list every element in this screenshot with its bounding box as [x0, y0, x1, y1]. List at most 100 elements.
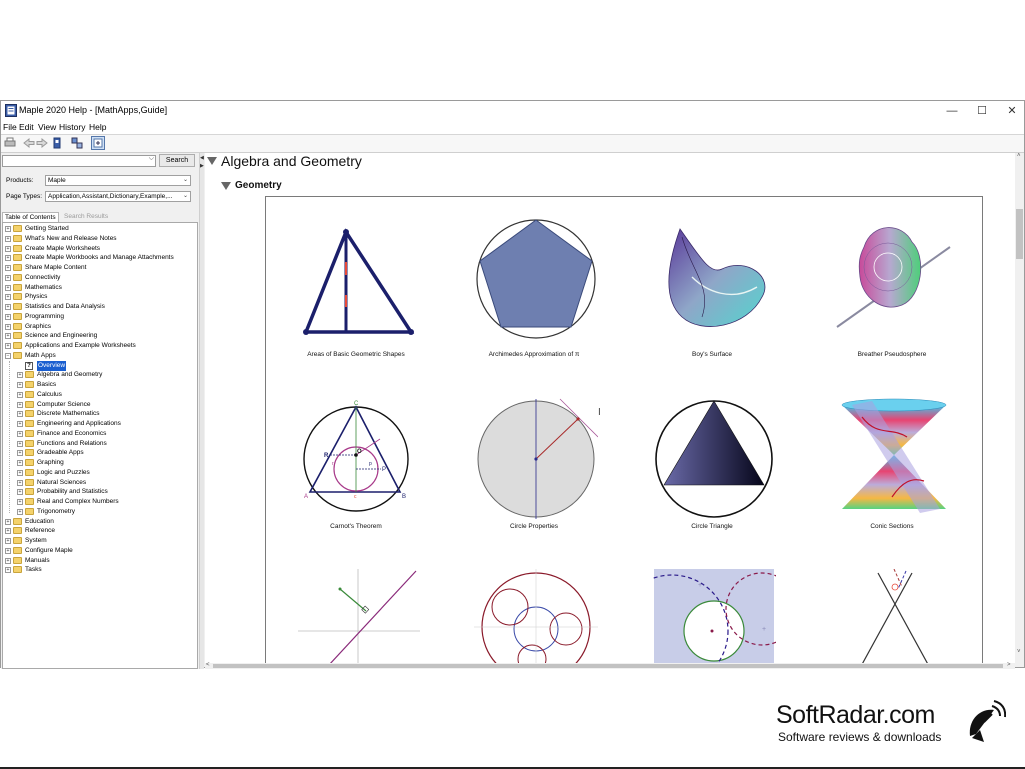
- tree-item[interactable]: + Science and Engineering: [3, 331, 197, 341]
- vertical-scroll-thumb[interactable]: [1016, 209, 1023, 259]
- tree-item[interactable]: + What's New and Release Notes: [3, 234, 197, 244]
- expand-toggle-icon[interactable]: +: [5, 313, 11, 320]
- expand-toggle-icon[interactable]: +: [17, 508, 23, 515]
- expand-toggle-icon[interactable]: +: [5, 265, 11, 271]
- collapse-left-icon[interactable]: ◀: [200, 155, 204, 161]
- app-areas-basic-shapes[interactable]: Areas of Basic Geometric Shapes: [266, 217, 446, 387]
- expand-toggle-icon[interactable]: +: [17, 479, 23, 486]
- zoom-icon[interactable]: [91, 136, 105, 150]
- expand-toggle-icon[interactable]: +: [5, 528, 11, 535]
- expand-toggle-icon[interactable]: +: [17, 499, 23, 505]
- app-carnots-theorem[interactable]: C O R P A B c p r Carnot's Theorem: [266, 397, 446, 567]
- bookmark-icon[interactable]: [51, 137, 63, 149]
- tree-item[interactable]: + Applications and Example Worksheets: [3, 341, 197, 351]
- tree-item[interactable]: + Calculus: [3, 390, 197, 400]
- expand-toggle-icon[interactable]: +: [5, 547, 11, 554]
- expand-toggle-icon[interactable]: +: [17, 391, 23, 398]
- tree-item[interactable]: + Connectivity: [3, 273, 197, 283]
- expand-toggle-icon[interactable]: +: [5, 274, 11, 281]
- tree-item[interactable]: + Tasks: [3, 565, 197, 575]
- tree-item[interactable]: + Graphing: [3, 458, 197, 468]
- collapse-subsection-icon[interactable]: [221, 182, 231, 190]
- expand-toggle-icon[interactable]: +: [5, 294, 11, 301]
- app-conic-sections[interactable]: Conic Sections: [802, 397, 982, 567]
- app-thumbnail-lines[interactable]: [802, 569, 982, 663]
- search-input[interactable]: ⌵: [2, 155, 156, 167]
- scroll-up-icon[interactable]: ˄: [1017, 153, 1021, 159]
- tree-item[interactable]: + Configure Maple: [3, 546, 197, 556]
- scroll-right-icon[interactable]: ˃: [1007, 662, 1011, 668]
- menu-view[interactable]: View: [38, 122, 56, 132]
- menu-help[interactable]: Help: [89, 122, 106, 132]
- tree-item[interactable]: + Reference: [3, 526, 197, 536]
- chevron-down-icon[interactable]: ⌵: [149, 155, 154, 163]
- expand-toggle-icon[interactable]: +: [17, 489, 23, 496]
- toc-sync-icon[interactable]: [71, 137, 83, 149]
- tree-item[interactable]: + Basics: [3, 380, 197, 390]
- app-archimedes-pi[interactable]: Archimedes Approximation of π: [444, 217, 624, 387]
- tree-item[interactable]: + Create Maple Workbooks and Manage Attac…: [3, 253, 197, 263]
- expand-toggle-icon[interactable]: +: [5, 245, 11, 252]
- tree-item[interactable]: + Trigonometry: [3, 507, 197, 517]
- tree-item[interactable]: + Education: [3, 517, 197, 527]
- expand-toggle-icon[interactable]: +: [17, 411, 23, 418]
- expand-toggle-icon[interactable]: +: [5, 255, 11, 262]
- expand-toggle-icon[interactable]: +: [17, 401, 23, 408]
- app-circle-triangle[interactable]: Circle Triangle: [622, 397, 802, 567]
- tree-item[interactable]: + Getting Started: [3, 224, 197, 234]
- expand-toggle-icon[interactable]: +: [17, 382, 23, 388]
- menu-edit[interactable]: Edit: [19, 122, 34, 132]
- collapse-section-icon[interactable]: [207, 157, 217, 165]
- expand-toggle-icon[interactable]: +: [17, 440, 23, 447]
- tree-item-math-apps[interactable]: − Math Apps: [3, 351, 197, 361]
- expand-toggle-icon[interactable]: +: [5, 557, 11, 564]
- app-boys-surface[interactable]: Boy's Surface: [622, 217, 802, 387]
- page-types-select[interactable]: Application,Assistant,Dictionary,Example…: [45, 191, 191, 202]
- tree-item[interactable]: + Functions and Relations: [3, 439, 197, 449]
- expand-toggle-icon[interactable]: +: [5, 323, 11, 330]
- app-thumbnail-circles[interactable]: [444, 569, 624, 663]
- tab-table-of-contents[interactable]: Table of Contents: [2, 212, 59, 222]
- horizontal-scroll-thumb[interactable]: [213, 664, 1003, 668]
- tree-item[interactable]: + Programming: [3, 312, 197, 322]
- search-button[interactable]: Search: [159, 154, 195, 167]
- app-thumbnail-line[interactable]: [266, 569, 446, 663]
- scroll-left-icon[interactable]: ˂: [206, 662, 210, 668]
- products-select[interactable]: Maple ⌄: [45, 175, 191, 186]
- tree-item[interactable]: + Finance and Economics: [3, 429, 197, 439]
- vertical-scrollbar[interactable]: ˄ ˅: [1015, 153, 1024, 663]
- back-icon[interactable]: [23, 137, 35, 149]
- tree-item[interactable]: + Create Maple Worksheets: [3, 244, 197, 254]
- tree-item[interactable]: + Logic and Puzzles: [3, 468, 197, 478]
- tree-item[interactable]: + Manuals: [3, 556, 197, 566]
- horizontal-scrollbar[interactable]: ˂ ˃: [205, 662, 1015, 669]
- expand-toggle-icon[interactable]: +: [17, 430, 23, 437]
- tree-item[interactable]: + Mathematics: [3, 283, 197, 293]
- app-breather-pseudosphere[interactable]: Breather Pseudosphere: [802, 217, 982, 387]
- expand-toggle-icon[interactable]: +: [17, 421, 23, 427]
- scroll-down-icon[interactable]: ˅: [1017, 649, 1021, 655]
- tree-item[interactable]: + Probability and Statistics: [3, 487, 197, 497]
- expand-toggle-icon[interactable]: +: [5, 284, 11, 291]
- tree-item[interactable]: + Share Maple Content: [3, 263, 197, 273]
- tree-item[interactable]: + Real and Complex Numbers: [3, 497, 197, 507]
- minimize-button[interactable]: —: [945, 104, 959, 118]
- tree-item[interactable]: + Algebra and Geometry: [3, 370, 197, 380]
- expand-toggle-icon[interactable]: +: [5, 304, 11, 310]
- expand-toggle-icon[interactable]: +: [5, 518, 11, 525]
- tree-item[interactable]: + Gradeable Apps: [3, 448, 197, 458]
- pane-splitter[interactable]: ◀ ▶: [199, 153, 204, 669]
- expand-toggle-icon[interactable]: +: [17, 469, 23, 476]
- app-thumbnail-dashed-circles[interactable]: + +: [622, 569, 802, 663]
- expand-toggle-icon[interactable]: +: [5, 567, 11, 574]
- expand-toggle-icon[interactable]: −: [5, 352, 11, 359]
- expand-toggle-icon[interactable]: +: [17, 460, 23, 466]
- maximize-button[interactable]: ☐: [975, 104, 989, 118]
- expand-toggle-icon[interactable]: +: [5, 235, 11, 242]
- tree-item[interactable]: + Natural Sciences: [3, 478, 197, 488]
- tree-item[interactable]: + Discrete Mathematics: [3, 409, 197, 419]
- expand-toggle-icon[interactable]: +: [17, 372, 23, 379]
- close-button[interactable]: ✕: [1005, 104, 1019, 118]
- app-circle-properties[interactable]: Circle Properties: [444, 397, 624, 567]
- tree-item[interactable]: + Statistics and Data Analysis: [3, 302, 197, 312]
